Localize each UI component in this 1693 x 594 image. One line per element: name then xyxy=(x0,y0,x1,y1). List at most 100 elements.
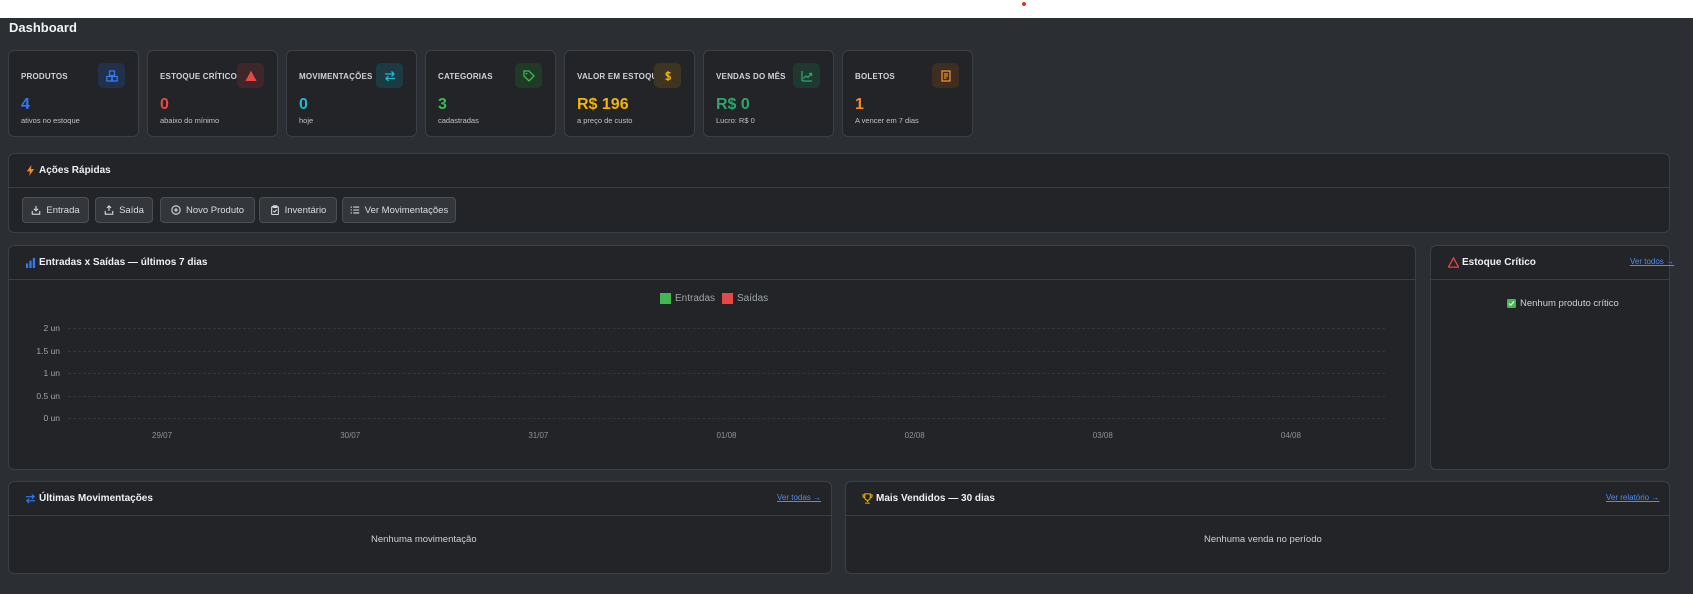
top-sellers-empty: Nenhuma venda no período xyxy=(1204,534,1322,545)
legend-swatch xyxy=(722,293,733,304)
last-movements-header: Últimas Movimentações Ver todas → xyxy=(9,482,831,516)
top-sellers-panel: Mais Vendidos — 30 dias Ver relatório → … xyxy=(845,481,1670,574)
x-tick-label: 02/08 xyxy=(904,431,925,440)
gridline xyxy=(68,418,1385,419)
chart-panel-title: Entradas x Saídas — últimos 7 dias xyxy=(25,257,207,268)
top-sellers-title: Mais Vendidos — 30 dias xyxy=(862,493,995,504)
stat-card-boletos: BOLETOS 1 A vencer em 7 dias xyxy=(842,50,973,137)
gridline xyxy=(68,395,1385,397)
stat-label: PRODUTOS xyxy=(21,72,68,81)
legend-item-saídas[interactable]: Saídas xyxy=(722,293,768,304)
critical-stock-view-all-link[interactable]: Ver todos → xyxy=(1630,257,1674,266)
record-dot-icon xyxy=(1022,2,1026,6)
stat-subtext: a preço de custo xyxy=(577,116,633,125)
chart-panel-header: Entradas x Saídas — últimos 7 dias xyxy=(9,246,1415,280)
last-movements-title: Últimas Movimentações xyxy=(25,493,153,504)
boxes-icon xyxy=(98,63,125,88)
stat-label: VALOR EM ESTOQUE xyxy=(577,72,664,81)
stat-subtext: Lucro: R$ 0 xyxy=(716,116,755,125)
browser-top-bar xyxy=(0,0,1693,18)
quick-action-inventário-button[interactable]: Inventário xyxy=(259,197,337,223)
x-tick-label: 01/08 xyxy=(716,431,737,440)
last-movements-view-all-link[interactable]: Ver todas → xyxy=(777,493,821,502)
arrows-exchange-icon xyxy=(376,63,403,88)
stat-value: R$ 0 xyxy=(716,96,750,113)
stat-value: 4 xyxy=(21,96,30,113)
last-movements-panel: Últimas Movimentações Ver todas → Nenhum… xyxy=(8,481,832,574)
last-movements-title-text: Últimas Movimentações xyxy=(39,493,153,504)
stat-subtext: ativos no estoque xyxy=(21,116,80,125)
lightning-icon xyxy=(26,165,35,176)
clipboard-check-icon xyxy=(270,205,280,215)
stat-card-vendas-do-mês: VENDAS DO MÊS R$ 0 Lucro: R$ 0 xyxy=(703,50,834,137)
stat-value: 0 xyxy=(299,96,308,113)
stat-value: 0 xyxy=(160,96,169,113)
legend-swatch xyxy=(660,293,671,304)
trophy-icon xyxy=(862,493,873,504)
y-tick-label: 1.5 un xyxy=(36,345,60,356)
chart-title-text: Entradas x Saídas — últimos 7 dias xyxy=(39,257,208,268)
stat-label: ESTOQUE CRÍTICO xyxy=(160,72,238,81)
upload-box-icon xyxy=(104,205,114,215)
stat-subtext: abaixo do mínimo xyxy=(160,116,220,125)
quick-action-saída-button[interactable]: Saída xyxy=(95,197,153,223)
stat-value: 1 xyxy=(855,96,864,113)
critical-stock-title-text: Estoque Crítico xyxy=(1462,257,1536,268)
top-sellers-title-text: Mais Vendidos — 30 dias xyxy=(876,493,995,504)
quick-action-entrada-button[interactable]: Entrada xyxy=(22,197,89,223)
critical-stock-empty-text: Nenhum produto crítico xyxy=(1520,298,1619,309)
warning-icon xyxy=(1448,257,1459,268)
stat-card-valor-em-estoque: VALOR EM ESTOQUE R$ 196 a preço de custo xyxy=(564,50,695,137)
bar-chart-icon xyxy=(25,257,36,268)
quick-actions-panel: Ações Rápidas Entrada Saída Novo Produto In… xyxy=(8,153,1670,233)
stat-label: BOLETOS xyxy=(855,72,895,81)
trending-up-icon xyxy=(793,63,820,88)
quick-action-novo-produto-button[interactable]: Novo Produto xyxy=(160,197,255,223)
critical-stock-empty: Nenhum produto crítico xyxy=(1507,298,1619,309)
check-square-icon xyxy=(1507,299,1516,308)
stat-card-produtos: PRODUTOS 4 ativos no estoque xyxy=(8,50,139,137)
list-icon xyxy=(350,205,360,215)
download-box-icon xyxy=(31,205,41,215)
stat-label: VENDAS DO MÊS xyxy=(716,72,786,81)
quick-action-label: Novo Produto xyxy=(185,204,245,216)
dollar-icon xyxy=(654,63,681,88)
stat-subtext: A vencer em 7 dias xyxy=(855,116,919,125)
legend-label: Saídas xyxy=(737,293,769,304)
page-title: Dashboard xyxy=(9,20,77,35)
legend-label: Entradas xyxy=(675,293,716,304)
critical-stock-panel: Estoque Crítico Ver todos → Nenhum produ… xyxy=(1430,245,1674,470)
y-tick-label: 0 un xyxy=(43,413,60,423)
stat-label: CATEGORIAS xyxy=(438,72,493,81)
stat-card-movimentações: MOVIMENTAÇÕES 0 hoje xyxy=(286,50,417,137)
quick-action-label: Saída xyxy=(119,204,144,216)
x-tick-label: 03/08 xyxy=(1092,431,1113,440)
legend-item-entradas[interactable]: Entradas xyxy=(660,293,715,304)
tag-icon xyxy=(515,63,542,88)
stat-label: MOVIMENTAÇÕES xyxy=(299,72,373,81)
quick-action-ver-movimentações-button[interactable]: Ver Movimentações xyxy=(342,197,456,223)
stat-card-estoque-crítico: ESTOQUE CRÍTICO 0 abaixo do mínimo xyxy=(147,50,278,137)
quick-actions-title-text: Ações Rápidas xyxy=(39,165,111,176)
stat-card-categorias: CATEGORIAS 3 cadastradas xyxy=(425,50,556,137)
x-tick-label: 04/08 xyxy=(1280,431,1301,440)
top-sellers-header: Mais Vendidos — 30 dias Ver relatório → xyxy=(846,482,1669,516)
stat-subtext: cadastradas xyxy=(438,116,479,125)
stat-subtext: hoje xyxy=(299,116,314,125)
x-tick-label: 30/07 xyxy=(340,431,361,440)
stat-value: R$ 196 xyxy=(577,96,629,113)
y-tick-label: 1 un xyxy=(43,368,60,378)
last-movements-empty: Nenhuma movimentação xyxy=(371,534,477,545)
y-tick-label: 0.5 un xyxy=(36,390,60,401)
y-tick-label: 2 un xyxy=(43,323,60,333)
x-tick-label: 31/07 xyxy=(528,431,549,440)
critical-stock-header: Estoque Crítico Ver todos → xyxy=(1431,246,1674,280)
stat-value: 3 xyxy=(438,96,447,113)
x-tick-label: 29/07 xyxy=(152,431,173,440)
plus-circle-icon xyxy=(171,205,181,215)
quick-action-label: Inventário xyxy=(284,204,327,216)
arrows-exchange-icon xyxy=(25,493,36,504)
receipt-icon xyxy=(932,63,959,88)
top-sellers-report-link[interactable]: Ver relatório → xyxy=(1606,493,1659,502)
gridline xyxy=(68,328,1385,329)
